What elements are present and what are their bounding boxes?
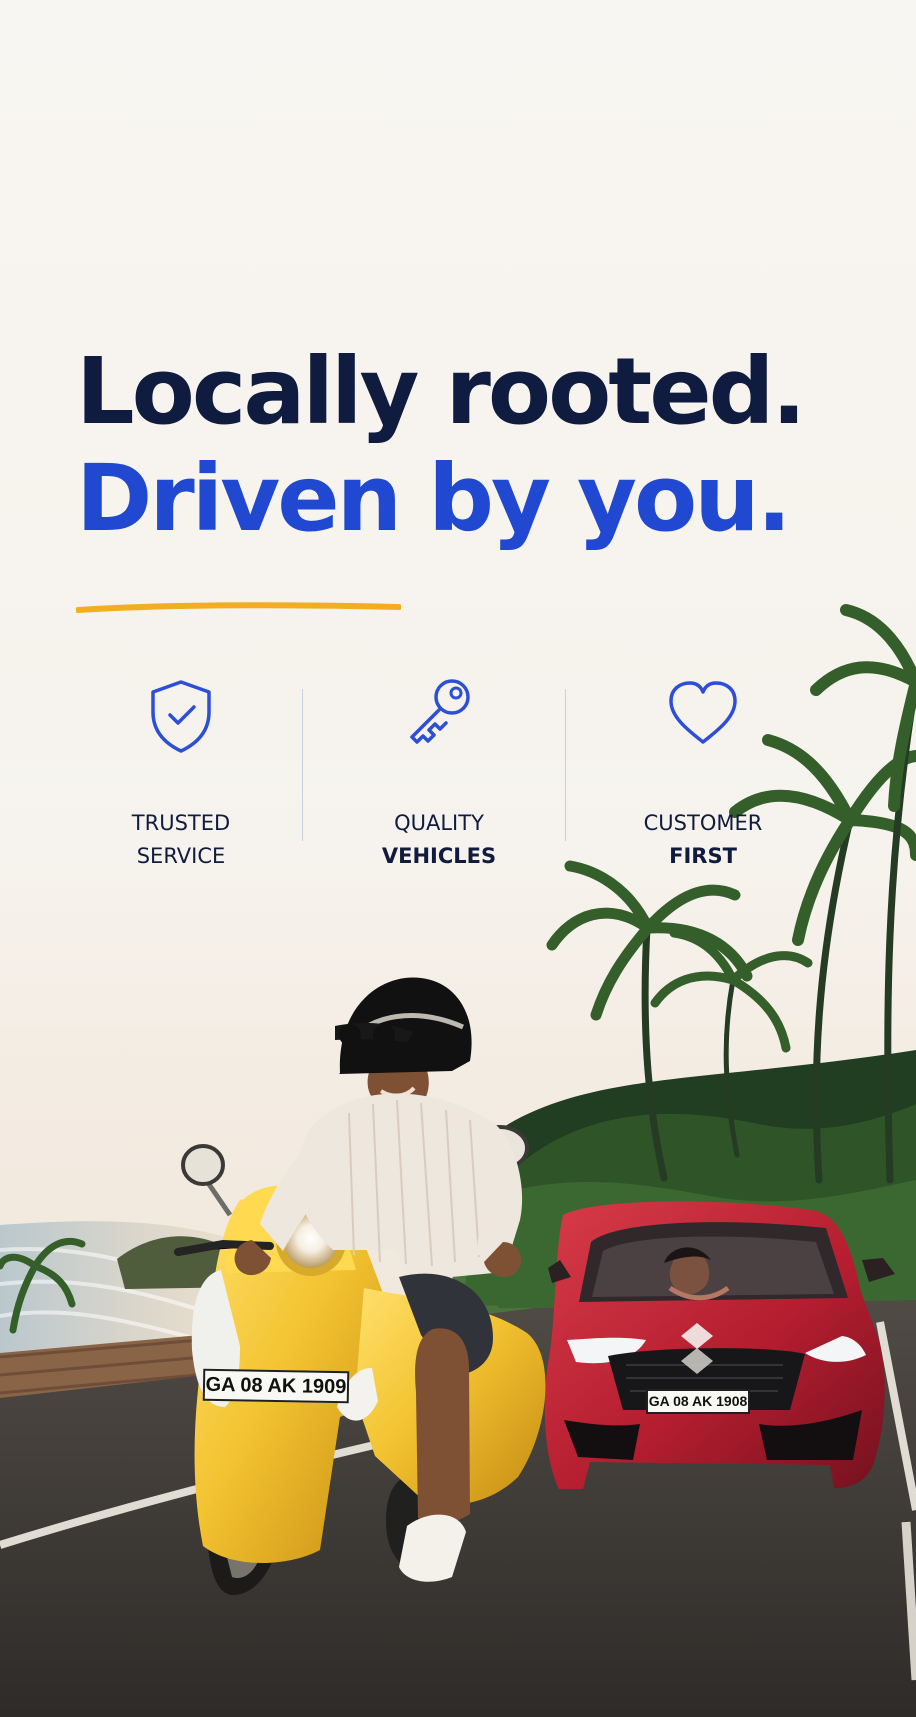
- feature-label-line-1: TRUSTED: [131, 811, 231, 835]
- feature-label-line-1: QUALITY: [394, 811, 484, 835]
- feature-label-line-1: CUSTOMER: [643, 811, 763, 835]
- shield-check-icon: [141, 675, 221, 755]
- headline-line-1: Locally rooted.: [76, 338, 806, 445]
- feature-label-line-2: VEHICLES: [381, 844, 497, 868]
- feature-label-trusted-service: TRUSTED SERVICE: [76, 807, 286, 873]
- feature-divider-2: [565, 689, 566, 841]
- feature-label-line-2: SERVICE: [136, 844, 226, 868]
- headline-line-2: Driven by you.: [76, 445, 792, 552]
- heart-icon: [663, 675, 743, 755]
- feature-row: TRUSTED SERVICE QUALITY VEHICLES CUSTOME…: [76, 675, 792, 868]
- feature-customer-first: CUSTOMER FIRST: [598, 675, 808, 868]
- feature-quality-vehicles: QUALITY VEHICLES: [334, 675, 544, 868]
- feature-label-quality-vehicles: QUALITY VEHICLES: [334, 807, 544, 873]
- key-icon: [399, 675, 479, 755]
- scooter-license-plate: GA 08 AK 1909: [202, 1368, 350, 1404]
- feature-trusted-service: TRUSTED SERVICE: [76, 675, 286, 868]
- accent-underline: [76, 602, 401, 613]
- feature-label-line-2: FIRST: [669, 844, 737, 868]
- feature-label-customer-first: CUSTOMER FIRST: [598, 807, 808, 873]
- car-license-plate: GA 08 AK 1908: [646, 1389, 750, 1414]
- promo-poster: Locally rooted. Driven by you. TRUSTED S…: [0, 0, 916, 1717]
- page-title: Locally rooted. Driven by you.: [76, 346, 896, 545]
- feature-divider-1: [302, 689, 303, 841]
